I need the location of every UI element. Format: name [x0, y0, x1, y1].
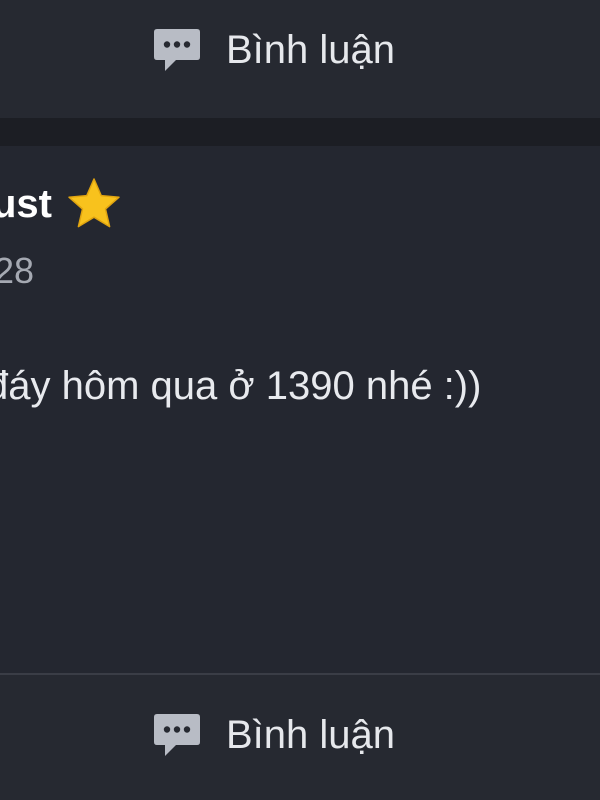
comment-icon: [154, 29, 200, 71]
star-icon: [68, 178, 120, 228]
comment-button-label: Bình luận: [226, 712, 396, 757]
section-separator: [0, 118, 600, 146]
comment-button-label: Bình luận: [226, 27, 396, 72]
comment-button[interactable]: Bình luận: [152, 24, 395, 76]
comment-button[interactable]: Bình luận: [152, 709, 395, 761]
bottom-action-bar: Bình luận: [0, 675, 600, 800]
comment-icon: [154, 714, 200, 756]
author-name-text: ust: [0, 181, 52, 226]
post-timestamp[interactable]: 28: [0, 250, 34, 292]
post-body: đáy hôm qua ở 1390 nhé :)): [0, 364, 482, 408]
page: Bình luận ust 28 đáy hôm qua ở 1390 nhé …: [0, 0, 600, 800]
post-card: ust 28 đáy hôm qua ở 1390 nhé :)): [0, 146, 600, 673]
top-action-bar: Bình luận: [0, 0, 600, 118]
author-name[interactable]: ust: [0, 176, 122, 232]
